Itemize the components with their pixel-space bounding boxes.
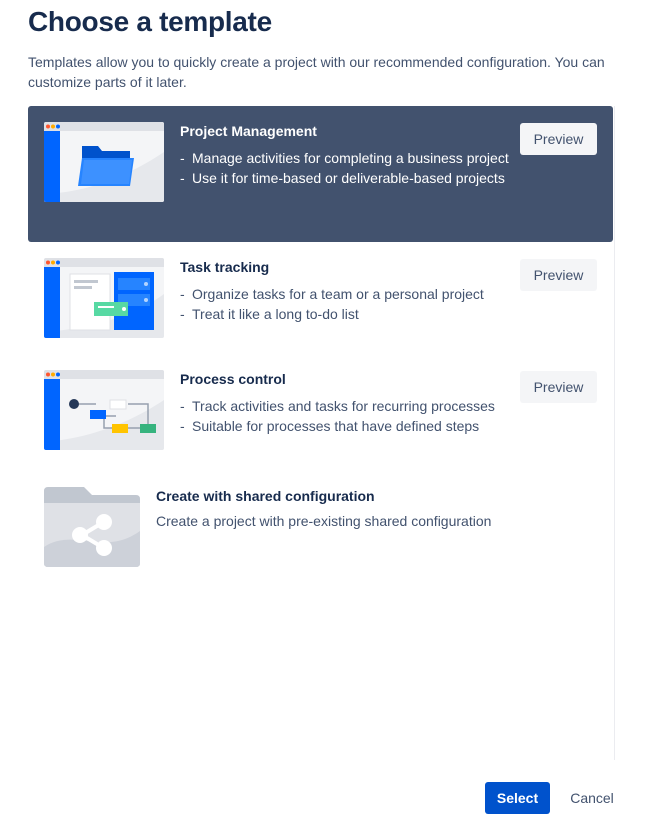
template-project-management[interactable]: Project Management Manage activities for… — [28, 106, 613, 242]
template-name: Task tracking — [180, 259, 270, 275]
template-name: Create with shared configuration — [156, 488, 375, 504]
page-description: Templates allow you to quickly create a … — [28, 54, 605, 90]
share-folder-icon — [44, 487, 140, 567]
template-bullets: Organize tasks for a team or a personal … — [180, 284, 510, 324]
preview-button[interactable]: Preview — [520, 259, 597, 291]
bullet-item: Manage activities for completing a busin… — [180, 148, 510, 168]
template-list: Project Management Manage activities for… — [28, 106, 614, 756]
template-name: Project Management — [180, 123, 317, 139]
folder-icon — [44, 122, 164, 202]
template-process-control[interactable]: Process control Track activities and tas… — [28, 354, 613, 470]
template-task-tracking[interactable]: Task tracking Organize tasks for a team … — [28, 242, 613, 354]
bullet-item: Treat it like a long to-do list — [180, 304, 510, 324]
preview-button[interactable]: Preview — [520, 371, 597, 403]
workflow-icon — [44, 370, 164, 450]
scrollbar[interactable] — [614, 106, 628, 760]
select-button[interactable]: Select — [485, 782, 550, 814]
bullet-item: Use it for time-based or deliverable-bas… — [180, 168, 510, 188]
template-description: Create a project with pre-existing share… — [156, 513, 492, 529]
template-name: Process control — [180, 371, 286, 387]
task-board-icon — [44, 258, 164, 338]
cancel-button[interactable]: Cancel — [556, 782, 628, 814]
page-title: Choose a template — [28, 6, 272, 37]
template-bullets: Track activities and tasks for recurring… — [180, 396, 510, 436]
dialog-footer: Select Cancel — [0, 760, 670, 823]
template-bullets: Manage activities for completing a busin… — [180, 148, 510, 188]
preview-button[interactable]: Preview — [520, 123, 597, 155]
bullet-item: Organize tasks for a team or a personal … — [180, 284, 510, 304]
bullet-item: Track activities and tasks for recurring… — [180, 396, 510, 416]
bullet-item: Suitable for processes that have defined… — [180, 416, 510, 436]
